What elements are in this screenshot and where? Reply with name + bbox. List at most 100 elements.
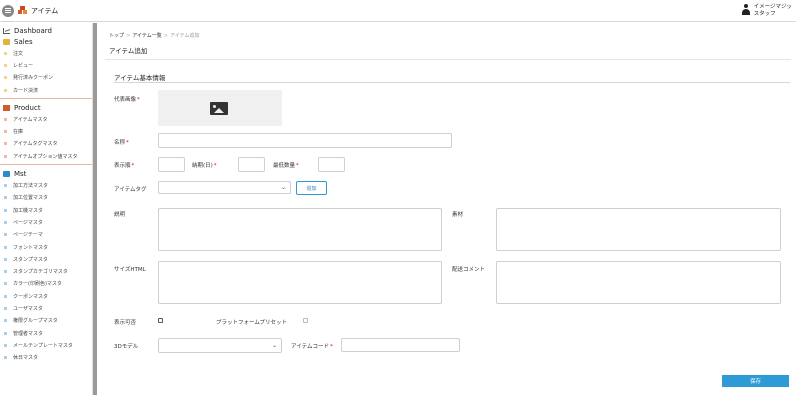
material-textarea[interactable] [496,208,781,251]
sidebar-item-stock[interactable]: 在庫 [0,125,92,137]
sidebar-section-product[interactable]: Product [0,102,92,113]
divider [0,98,92,100]
display-order-input[interactable] [158,157,185,172]
description-label: 説明 [114,212,126,218]
size-html-label: サイズHTML [114,267,146,273]
platform-preset-checkbox[interactable] [303,318,308,323]
sidebar-item-mst[interactable]: 管理者マスタ [0,327,92,339]
breadcrumb-item-list[interactable]: アイテム一覧 [132,33,162,39]
chevron-down-icon: ⌄ [280,184,286,191]
item-code-input[interactable] [341,338,460,352]
chevron-down-icon: ⌄ [271,342,277,349]
min-quantity-input[interactable] [318,157,345,172]
description-textarea[interactable] [158,208,442,251]
sidebar-item-mst[interactable]: スタンプマスタ [0,253,92,265]
platform-preset-label: プラットフォームプリセット [216,320,288,326]
bullet-icon [4,208,7,212]
bullet-icon [4,319,7,323]
database-icon [3,170,10,177]
bullet-icon [4,294,7,298]
bullet-icon [4,343,7,347]
image-upload-area[interactable] [158,90,282,126]
visible-checkbox[interactable] [158,318,163,323]
visible-label: 表示可否 [114,320,137,326]
shipping-comment-textarea[interactable] [496,261,781,304]
lead-time-input[interactable] [238,157,265,172]
divider [114,82,790,83]
material-label: 素材 [452,212,464,218]
sidebar: Dashboard Sales 注文 レビュー 発行済みクーポン カード決済 P… [0,23,93,395]
sidebar-item-mst[interactable]: ユーザマスタ [0,302,92,314]
min-quantity-label: 最低数量* [273,163,299,169]
3d-model-label: 3Dモデル [114,344,139,350]
bullet-icon [4,306,7,310]
sidebar-section-sales[interactable]: Sales [0,36,92,47]
sidebar-item-item-master[interactable]: アイテムマスタ [0,113,92,125]
sidebar-item-mst[interactable]: フォントマスタ [0,241,92,253]
bullet-icon [4,245,7,249]
breadcrumb-top[interactable]: トップ [109,33,124,39]
sidebar-item-mst[interactable]: メールテンプレートマスタ [0,339,92,351]
lead-time-label: 納期(日)* [192,163,217,169]
sidebar-item-issued-coupons[interactable]: 発行済みクーポン [0,72,92,84]
bullet-icon [4,282,7,286]
sidebar-item-mst[interactable]: クーポンマスタ [0,290,92,302]
bullet-icon [4,184,7,188]
sidebar-item-mst[interactable]: 加工機マスタ [0,204,92,216]
name-label: 名称* [114,140,129,146]
bullet-icon [4,331,7,335]
sidebar-item-mst[interactable]: 加工方法マスタ [0,179,92,191]
breadcrumb-current: アイテム追加 [169,33,200,39]
top-bar: アイテム イメージマジッ スタッフ [0,0,796,22]
bullet-icon [4,257,7,261]
sidebar-item-mst[interactable]: 加工位置マスタ [0,192,92,204]
bullet-icon [4,233,7,237]
user-menu[interactable]: イメージマジッ スタッフ [741,4,792,18]
sidebar-item-mst[interactable]: 権限グループマスタ [0,315,92,327]
name-input[interactable] [158,133,452,148]
app-title: アイテム [31,6,59,15]
sidebar-item-mst[interactable]: スタンプカテゴリマスタ [0,265,92,277]
bullet-icon [4,356,7,360]
chart-icon [3,27,10,34]
sidebar-item-mst[interactable]: ページマスタ [0,216,92,228]
save-button[interactable]: 保存 [722,375,789,387]
sidebar-item-mst[interactable]: 休日マスタ [0,352,92,364]
bullet-icon [4,270,7,274]
sidebar-item-mst[interactable]: ページテーマ [0,229,92,241]
bullet-icon [4,76,7,80]
bullet-icon [4,130,7,134]
menu-icon[interactable] [2,4,14,17]
display-order-label: 表示順* [114,163,135,169]
sidebar-dashboard[interactable]: Dashboard [0,25,92,36]
breadcrumb: トップ > アイテム一覧 > アイテム追加 [109,33,200,39]
user-name: イメージマジッ [753,4,792,10]
bullet-icon [4,154,7,158]
size-html-textarea[interactable] [158,261,442,304]
item-code-label: アイテムコード* [291,344,333,350]
sidebar-item-reviews[interactable]: レビュー [0,59,92,71]
shipping-comment-label: 配送コメント [452,267,486,273]
sidebar-scrollbar[interactable] [93,23,97,395]
sidebar-item-item-tag-master[interactable]: アイテムタグマスタ [0,138,92,150]
3d-model-select[interactable]: ⌄ [158,338,282,353]
bullet-icon [4,142,7,146]
item-tag-label: アイテムタグ [114,187,147,193]
sidebar-item-card-payment[interactable]: カード決済 [0,84,92,96]
sidebar-item-item-option-master[interactable]: アイテムオプション値マスタ [0,150,92,162]
bullet-icon [4,117,7,121]
form-card: アイテム基本情報 代表画像* 名称* 表示順* 納期(日)* 最低数量* アイテ… [105,59,791,395]
page-title: アイテム追加 [109,47,148,55]
box-icon [3,104,10,111]
user-icon [741,4,750,16]
item-tag-select[interactable]: ⌄ [158,181,291,194]
section-title: アイテム基本情報 [114,74,166,82]
bullet-icon [4,63,7,67]
user-role: スタッフ [753,11,776,17]
money-icon [3,38,10,45]
bullet-icon [4,88,7,92]
sidebar-section-mst[interactable]: Mst [0,168,92,179]
sidebar-item-mst[interactable]: カラー(印刷色)マスタ [0,278,92,290]
sidebar-item-orders[interactable]: 注文 [0,47,92,59]
add-tag-button[interactable]: 追加 [296,181,327,195]
